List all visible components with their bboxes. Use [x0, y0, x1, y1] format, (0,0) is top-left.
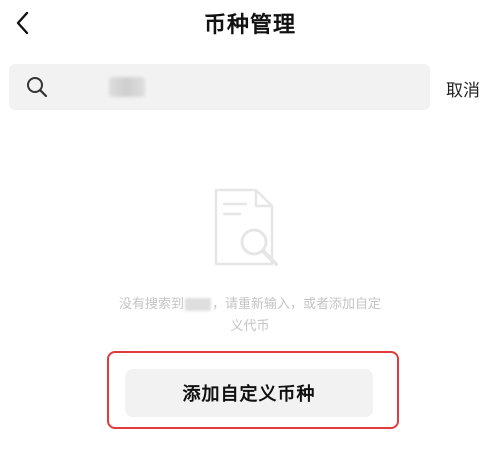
search-field[interactable] — [9, 64, 430, 112]
redacted-query — [185, 298, 211, 311]
search-input[interactable] — [59, 64, 423, 112]
empty-message-part1: 没有搜索到 — [118, 297, 184, 312]
empty-state-message: 没有搜索到 ，请重新输入，或者添加自定 义代币 — [80, 294, 420, 338]
document-search-icon — [214, 188, 278, 266]
page-title: 币种管理 — [203, 13, 296, 38]
add-custom-currency-button[interactable]: 添加自定义币种 — [125, 369, 373, 417]
search-icon — [27, 77, 48, 98]
empty-message-part3: 义代币 — [230, 319, 270, 334]
currency-management-screen: 币种管理 取消 没有搜索到 ，请重新输入，或者添加自定 义代币 添加自定义币种 — [0, 0, 500, 450]
cancel-button[interactable]: 取消 — [446, 76, 480, 101]
header: 币种管理 — [0, 0, 500, 48]
empty-message-part2: ，请重新输入，或者添加自定 — [212, 297, 382, 312]
